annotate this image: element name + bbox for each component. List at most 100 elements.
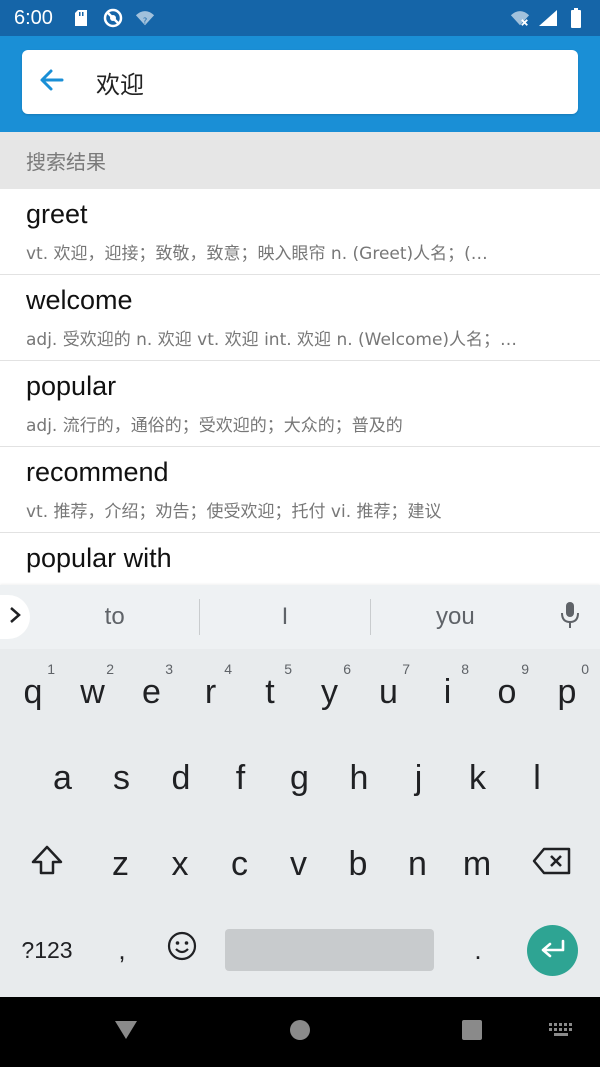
result-word: popular with: [26, 543, 172, 573]
key-n[interactable]: n: [388, 821, 447, 907]
result-definition: adj. 受欢迎的 n. 欢迎 vt. 欢迎 int. 欢迎 n. (Welco…: [26, 330, 518, 350]
key-s[interactable]: s: [92, 735, 151, 821]
expand-suggestions-button[interactable]: [0, 595, 30, 639]
keyboard-row-4: ?123 , .: [0, 907, 600, 993]
enter-key[interactable]: [527, 925, 578, 976]
navigation-bar: [0, 997, 600, 1067]
square-recents-icon: [461, 1019, 483, 1045]
result-definition: adj. 流行的，通俗的；受欢迎的；大众的；普及的: [26, 416, 403, 436]
key-u[interactable]: u7: [359, 649, 418, 735]
shift-icon: [30, 844, 64, 885]
svg-text:?: ?: [143, 15, 147, 25]
keyboard: q1 w2 e3 r4 t5 y6 u7 i8 o9 p0 a s d f g …: [0, 649, 600, 997]
result-definition: vt. 推荐，介绍；劝告；使受欢迎；托付 vi. 推荐；建议: [26, 502, 442, 522]
key-z[interactable]: z: [91, 821, 150, 907]
key-i[interactable]: i8: [418, 649, 477, 735]
shift-key[interactable]: [10, 821, 84, 907]
suggestion-2[interactable]: I: [200, 603, 369, 631]
period-key[interactable]: .: [448, 907, 508, 993]
key-hint: 6: [343, 661, 351, 677]
key-hint: 7: [402, 661, 410, 677]
status-time: 6:00: [14, 6, 53, 29]
key-hint: 1: [47, 661, 55, 677]
result-definition: vt. 欢迎，迎接；致敬，致意；映入眼帘 n. (Greet)人名；(…: [26, 244, 488, 264]
key-hint: 4: [224, 661, 232, 677]
key-hint: 0: [581, 661, 589, 677]
key-label: w: [80, 672, 105, 711]
do-not-disturb-icon: [103, 8, 123, 28]
suggestion-1[interactable]: to: [30, 603, 199, 631]
microphone-icon: [560, 601, 580, 633]
arrow-left-icon: [38, 66, 66, 98]
key-p[interactable]: p0: [537, 649, 597, 735]
smiley-icon: [167, 931, 197, 970]
key-f[interactable]: f: [211, 735, 270, 821]
result-word: recommend: [26, 457, 169, 487]
key-e[interactable]: e3: [122, 649, 181, 735]
key-y[interactable]: y6: [300, 649, 359, 735]
key-label: i: [443, 672, 452, 711]
key-hint: 3: [165, 661, 173, 677]
key-l[interactable]: l: [507, 735, 567, 821]
nav-back-button[interactable]: [96, 997, 156, 1067]
result-word: welcome: [26, 285, 133, 315]
key-label: y: [321, 672, 338, 711]
search-box: [22, 50, 578, 114]
space-key[interactable]: [225, 929, 434, 971]
key-label: u: [379, 672, 398, 711]
nav-home-button[interactable]: [270, 997, 330, 1067]
nav-recents-button[interactable]: [442, 997, 502, 1067]
key-q[interactable]: q1: [3, 649, 63, 735]
list-item[interactable]: recommend vt. 推荐，介绍；劝告；使受欢迎；托付 vi. 推荐；建议: [0, 447, 600, 533]
circle-home-icon: [289, 1019, 311, 1045]
key-o[interactable]: o9: [477, 649, 537, 735]
key-label: r: [204, 672, 217, 711]
key-g[interactable]: g: [270, 735, 329, 821]
voice-input-button[interactable]: [540, 601, 600, 633]
list-item[interactable]: popular with: [0, 533, 600, 585]
symbols-key[interactable]: ?123: [8, 907, 86, 993]
key-j[interactable]: j: [389, 735, 448, 821]
key-m[interactable]: m: [447, 821, 507, 907]
keyboard-row-3: z x c v b n m: [0, 821, 600, 907]
list-item[interactable]: welcome adj. 受欢迎的 n. 欢迎 vt. 欢迎 int. 欢迎 n…: [0, 275, 600, 361]
backspace-key[interactable]: [514, 821, 590, 907]
key-a[interactable]: a: [33, 735, 92, 821]
result-word: greet: [26, 199, 88, 229]
key-label: e: [142, 672, 161, 711]
key-hint: 9: [521, 661, 529, 677]
search-input[interactable]: [96, 68, 536, 96]
suggestion-strip: to I you: [0, 585, 600, 649]
key-k[interactable]: k: [448, 735, 507, 821]
emoji-key[interactable]: [152, 907, 212, 993]
backspace-icon: [532, 845, 572, 884]
key-b[interactable]: b: [328, 821, 388, 907]
result-word: popular: [26, 371, 117, 401]
key-x[interactable]: x: [150, 821, 210, 907]
keyboard-row-1: q1 w2 e3 r4 t5 y6 u7 i8 o9 p0: [0, 649, 600, 735]
key-label: p: [557, 672, 577, 711]
battery-icon: [566, 8, 586, 28]
suggestion-3[interactable]: you: [371, 603, 540, 631]
back-button[interactable]: [22, 50, 82, 114]
key-hint: 2: [106, 661, 114, 677]
key-v[interactable]: v: [269, 821, 328, 907]
list-item[interactable]: greet vt. 欢迎，迎接；致敬，致意；映入眼帘 n. (Greet)人名；…: [0, 189, 600, 275]
signal-icon: [538, 8, 558, 28]
key-t[interactable]: t5: [240, 649, 300, 735]
app-bar: [0, 36, 600, 132]
list-item[interactable]: popular adj. 流行的，通俗的；受欢迎的；大众的；普及的: [0, 361, 600, 447]
key-w[interactable]: w2: [63, 649, 122, 735]
key-c[interactable]: c: [210, 821, 269, 907]
key-label: t: [265, 672, 275, 711]
triangle-back-icon: [113, 1019, 139, 1045]
key-r[interactable]: r4: [181, 649, 240, 735]
enter-arrow-icon: [539, 939, 567, 963]
comma-key[interactable]: ,: [92, 907, 152, 993]
key-d[interactable]: d: [151, 735, 211, 821]
key-label: q: [23, 672, 43, 711]
keyboard-switch-button[interactable]: [536, 997, 586, 1067]
results-list: greet vt. 欢迎，迎接；致敬，致意；映入眼帘 n. (Greet)人名；…: [0, 189, 600, 585]
key-h[interactable]: h: [329, 735, 389, 821]
section-header: 搜索结果: [0, 132, 600, 189]
